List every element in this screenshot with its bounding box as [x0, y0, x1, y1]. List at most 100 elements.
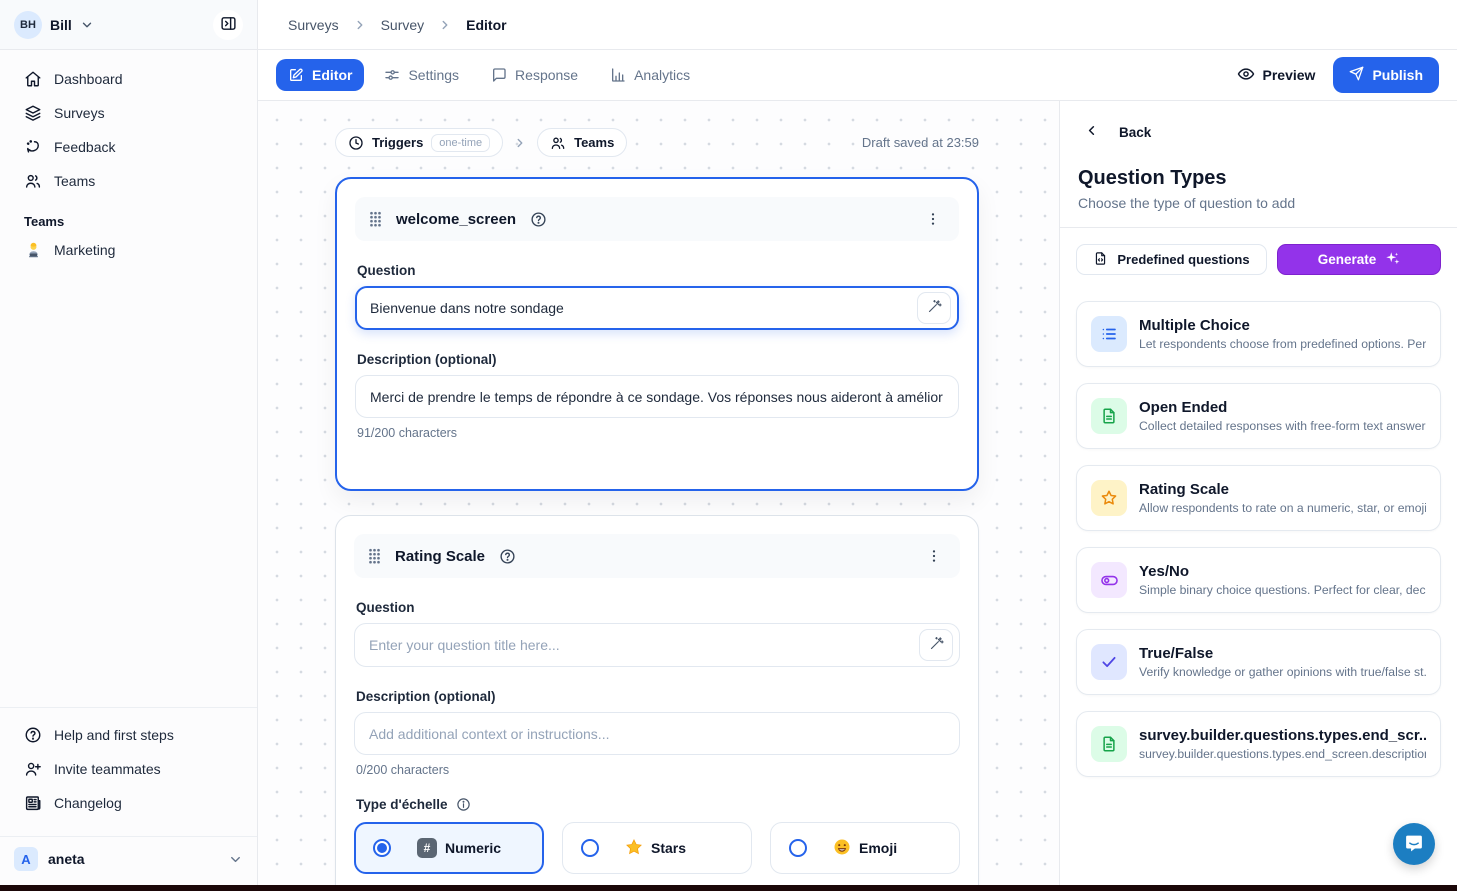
- question-type-true-false[interactable]: True/False Verify knowledge or gather op…: [1076, 629, 1441, 695]
- sidebar-item-help[interactable]: Help and first steps: [10, 718, 247, 752]
- home-icon: [24, 70, 42, 88]
- radio-unselected[interactable]: [789, 839, 807, 857]
- back-button[interactable]: Back: [1076, 121, 1159, 143]
- panel-toggle-icon: [220, 15, 237, 35]
- drag-handle-icon[interactable]: [369, 211, 382, 227]
- teams-pill-label: Teams: [574, 135, 614, 150]
- question-type-title: Yes/No: [1139, 563, 1426, 580]
- triggers-pill[interactable]: Triggers one-time: [335, 128, 503, 157]
- char-count: 0/200 characters: [356, 763, 958, 777]
- publish-label: Publish: [1372, 67, 1423, 83]
- question-menu-button[interactable]: [921, 207, 945, 231]
- sidebar-item-feedback[interactable]: Feedback: [10, 130, 247, 164]
- eye-icon: [1237, 65, 1255, 86]
- question-type-end-screen[interactable]: survey.builder.questions.types.end_scr..…: [1076, 711, 1441, 777]
- question-type-title: survey.builder.questions.types.end_scr..…: [1139, 727, 1426, 744]
- breadcrumb-survey[interactable]: Survey: [381, 17, 425, 33]
- preview-label: Preview: [1263, 67, 1316, 83]
- sidebar-item-label: Feedback: [54, 139, 115, 155]
- sidebar: BH Bill Dashboard Surv: [0, 0, 258, 885]
- question-description-input[interactable]: [369, 726, 945, 742]
- chevron-left-icon: [1084, 123, 1099, 141]
- generate-label: Generate: [1318, 252, 1377, 267]
- scale-option-stars[interactable]: Stars: [562, 822, 752, 874]
- preview-button[interactable]: Preview: [1237, 65, 1316, 86]
- ai-rewrite-button[interactable]: [919, 629, 953, 661]
- question-card-header[interactable]: welcome_screen: [355, 197, 959, 241]
- sidebar-item-label: Changelog: [54, 795, 122, 811]
- question-card-welcome-screen[interactable]: welcome_screen Question: [335, 177, 979, 491]
- question-type-description: Verify knowledge or gather opinions with…: [1139, 665, 1426, 679]
- editor-toolbar: Editor Settings Response Analytics: [258, 50, 1457, 101]
- tab-settings[interactable]: Settings: [372, 59, 471, 91]
- info-circle-icon[interactable]: [456, 797, 471, 812]
- sidebar-item-teams[interactable]: Teams: [10, 164, 247, 198]
- workspace-switcher[interactable]: BH Bill: [0, 0, 257, 50]
- sidebar-item-label: Surveys: [54, 105, 105, 121]
- question-type-open-ended[interactable]: Open Ended Collect detailed responses wi…: [1076, 383, 1441, 449]
- radio-unselected[interactable]: [581, 839, 599, 857]
- sidebar-item-changelog[interactable]: Changelog: [10, 786, 247, 820]
- layers-icon: [24, 104, 42, 122]
- generate-button[interactable]: Generate: [1277, 244, 1441, 275]
- question-card-header[interactable]: Rating Scale: [354, 534, 960, 578]
- panel-title: Question Types: [1078, 167, 1439, 190]
- predefined-questions-button[interactable]: Predefined questions: [1076, 244, 1267, 275]
- breadcrumb-surveys[interactable]: Surveys: [288, 17, 339, 33]
- question-field-label: Question: [357, 263, 957, 278]
- tab-response[interactable]: Response: [479, 59, 590, 91]
- chat-bubble-icon: [1403, 832, 1425, 857]
- chat-launcher-button[interactable]: [1393, 823, 1435, 865]
- sidebar-item-invite[interactable]: Invite teammates: [10, 752, 247, 786]
- question-field-label: Question: [356, 600, 958, 615]
- collapse-sidebar-button[interactable]: [213, 10, 243, 40]
- question-help-icon[interactable]: [530, 211, 547, 228]
- help-circle-icon: [24, 726, 42, 744]
- panel-subtitle: Choose the type of question to add: [1078, 195, 1439, 211]
- sidebar-item-team-marketing[interactable]: Marketing: [10, 233, 247, 267]
- survey-canvas: Triggers one-time Teams Draft saved at 2…: [258, 101, 1059, 885]
- breadcrumb-editor: Editor: [466, 17, 506, 33]
- question-help-icon[interactable]: [499, 548, 516, 565]
- question-type-multiple-choice[interactable]: Multiple Choice Let respondents choose f…: [1076, 301, 1441, 367]
- drag-handle-icon[interactable]: [368, 548, 381, 564]
- question-title-input[interactable]: [370, 300, 909, 316]
- teams-pill[interactable]: Teams: [537, 128, 627, 157]
- scale-option-emoji[interactable]: Emoji: [770, 822, 960, 874]
- tab-editor[interactable]: Editor: [276, 59, 364, 91]
- question-type-description: Allow respondents to rate on a numeric, …: [1139, 501, 1426, 515]
- question-type-description: Collect detailed responses with free-for…: [1139, 419, 1426, 433]
- question-type-rating-scale[interactable]: Rating Scale Allow respondents to rate o…: [1076, 465, 1441, 531]
- question-card-title: welcome_screen: [396, 211, 516, 228]
- question-menu-button[interactable]: [922, 544, 946, 568]
- trigger-type-badge: one-time: [431, 134, 490, 152]
- sidebar-footer: Help and first steps Invite teammates Ch…: [0, 707, 257, 828]
- scale-type-label: Type d'échelle: [356, 797, 448, 812]
- file-text-icon: [1091, 726, 1127, 762]
- sidebar-item-surveys[interactable]: Surveys: [10, 96, 247, 130]
- user-plus-icon: [24, 760, 42, 778]
- teams-section-label: Teams: [0, 198, 257, 233]
- question-description-input[interactable]: [370, 389, 944, 405]
- radio-selected[interactable]: [373, 839, 391, 857]
- question-types-panel: Back Question Types Choose the type of q…: [1059, 101, 1457, 885]
- sidebar-item-dashboard[interactable]: Dashboard: [10, 62, 247, 96]
- tab-analytics[interactable]: Analytics: [598, 59, 702, 91]
- question-title-input[interactable]: [369, 637, 911, 653]
- question-type-yes-no[interactable]: Yes/No Simple binary choice questions. P…: [1076, 547, 1441, 613]
- account-menu[interactable]: A aneta: [0, 836, 257, 885]
- publish-button[interactable]: Publish: [1333, 57, 1439, 93]
- smiley-emoji-icon: [833, 838, 851, 859]
- sliders-icon: [384, 67, 400, 83]
- bar-chart-icon: [610, 67, 626, 83]
- scale-option-numeric[interactable]: # Numeric: [354, 822, 544, 874]
- question-card-rating-scale[interactable]: Rating Scale Question: [335, 515, 979, 885]
- predefined-questions-label: Predefined questions: [1117, 252, 1249, 267]
- description-field-label: Description (optional): [356, 689, 958, 704]
- hash-icon: #: [417, 838, 437, 858]
- question-type-list: Multiple Choice Let respondents choose f…: [1076, 301, 1441, 777]
- message-square-icon: [491, 67, 507, 83]
- scale-option-label: Numeric: [445, 840, 501, 856]
- ai-rewrite-button[interactable]: [917, 292, 951, 324]
- list-icon: [1091, 316, 1127, 352]
